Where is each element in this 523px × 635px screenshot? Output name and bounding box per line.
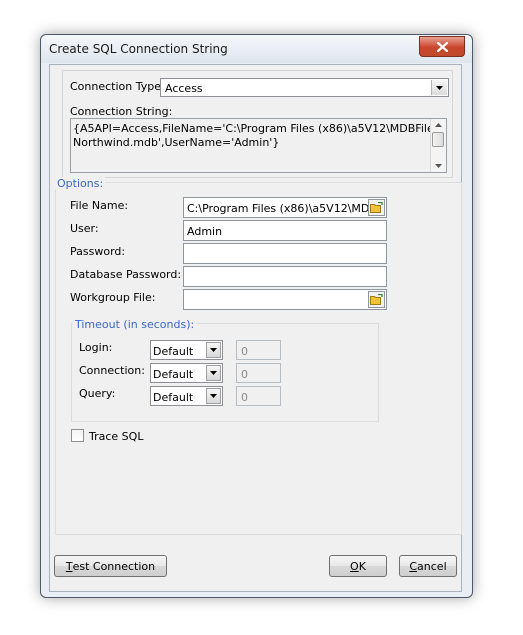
close-icon [436, 41, 448, 52]
login-timeout-select[interactable]: Default [150, 340, 223, 360]
user-label: User: [70, 222, 99, 235]
connection-string-line1: {A5API=Access,FileName='C:\Program Files… [73, 122, 444, 135]
connection-timeout-value: 0 [241, 368, 248, 381]
dialog-window: Create SQL Connection String Connection … [40, 34, 473, 598]
options-group-label: Options: [55, 177, 106, 190]
file-name-value: C:\Program Files (x86)\a5V12\MDBFile [187, 202, 369, 215]
login-timeout-value: 0 [241, 345, 248, 358]
password-input[interactable] [183, 243, 387, 264]
query-timeout-value-input[interactable]: 0 [236, 386, 281, 406]
login-timeout-mode: Default [153, 345, 194, 358]
user-value: Admin [187, 225, 223, 238]
ok-label: K [358, 559, 366, 573]
trace-sql-checkbox[interactable] [71, 429, 84, 442]
scroll-up-icon[interactable] [435, 123, 442, 127]
test-connection-label: est Connection [72, 559, 156, 573]
query-timeout-mode: Default [153, 391, 194, 404]
connection-string-scrollbar[interactable] [430, 119, 446, 172]
scroll-thumb[interactable] [432, 132, 444, 147]
scroll-down-icon[interactable] [435, 164, 442, 168]
dialog-client: Connection Type: Access Connection Strin… [49, 64, 462, 592]
connection-string-line2: Northwind.mdb',UserName='Admin'} [73, 136, 280, 149]
connection-type-value: Access [165, 82, 203, 95]
test-connection-mnemonic: T [65, 559, 73, 573]
query-timeout-value: 0 [241, 391, 248, 404]
query-timeout-label: Query: [79, 387, 116, 400]
database-password-input[interactable] [183, 266, 387, 287]
login-timeout-value-input[interactable]: 0 [236, 340, 281, 360]
query-timeout-select[interactable]: Default [150, 386, 223, 406]
close-button[interactable] [419, 36, 465, 57]
workgroup-browse-button[interactable] [368, 291, 385, 308]
workgroup-file-input[interactable] [183, 289, 387, 310]
connection-panel: Connection Type: Access Connection Strin… [62, 70, 453, 178]
file-name-label: File Name: [70, 199, 129, 212]
login-timeout-label: Login: [79, 341, 113, 354]
user-input[interactable]: Admin [183, 220, 387, 241]
cancel-mnemonic: C [409, 559, 418, 573]
file-name-input[interactable]: C:\Program Files (x86)\a5V12\MDBFile [183, 197, 387, 218]
timeout-group-label: Timeout (in seconds): [73, 318, 197, 331]
workgroup-file-label: Workgroup File: [70, 291, 156, 304]
test-connection-button[interactable]: Test Connection [54, 555, 167, 577]
trace-sql-label[interactable]: Trace SQL [89, 430, 143, 443]
connection-timeout-select[interactable]: Default [150, 363, 223, 383]
chevron-down-icon [206, 365, 221, 381]
chevron-down-icon [206, 342, 221, 358]
file-name-browse-button[interactable] [368, 199, 385, 216]
ok-button[interactable]: OK [329, 555, 387, 577]
folder-open-icon [370, 294, 383, 305]
connection-string-label: Connection String: [70, 105, 173, 118]
connection-type-label: Connection Type: [70, 80, 165, 93]
database-password-label: Database Password: [70, 268, 182, 281]
connection-type-select[interactable]: Access [160, 78, 449, 97]
window-title: Create SQL Connection String [49, 42, 228, 56]
chevron-down-icon [431, 80, 447, 95]
connection-string-textarea[interactable]: {A5API=Access,FileName='C:\Program Files… [70, 118, 447, 173]
connection-timeout-value-input[interactable]: 0 [236, 363, 281, 383]
cancel-label: ancel [417, 559, 447, 573]
connection-timeout-mode: Default [153, 368, 194, 381]
connection-timeout-label: Connection: [79, 364, 145, 377]
ok-mnemonic: O [350, 559, 359, 573]
password-label: Password: [70, 245, 126, 258]
title-bar[interactable]: Create SQL Connection String [41, 35, 472, 63]
cancel-button[interactable]: Cancel [399, 555, 457, 577]
folder-open-icon [370, 202, 383, 213]
chevron-down-icon [206, 388, 221, 404]
